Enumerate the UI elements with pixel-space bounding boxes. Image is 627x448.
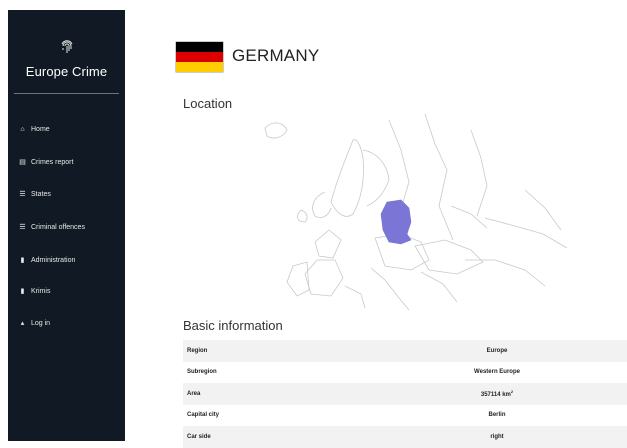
sidebar-item-criminal-offences[interactable]: ☰ Criminal offences [19, 223, 85, 232]
flag-stripe-red [176, 52, 223, 62]
map-landmass [312, 191, 332, 218]
home-icon: ⌂ [20, 126, 25, 133]
map-landmass [264, 122, 288, 139]
sidebar-item-label: Criminal offences [31, 223, 85, 231]
file-icon: ▮ [20, 257, 25, 264]
main-content: GERMANY Location Basic information Regio… [125, 0, 627, 448]
map-border [370, 267, 410, 311]
info-key: Area [187, 390, 201, 397]
sidebar-item-log-in[interactable]: ▴ Log in [19, 319, 51, 328]
info-key: Capital city [187, 412, 220, 419]
list-icon: ☰ [19, 191, 26, 198]
list-icon: ☰ [19, 224, 26, 231]
flag-stripe-gold [176, 62, 223, 72]
germany-highlight[interactable] [380, 199, 412, 245]
country-flag [176, 42, 223, 72]
map-border [420, 271, 458, 303]
flag-stripe-black [176, 42, 223, 52]
map-landmass [304, 259, 344, 297]
table-row: Capital city Berlin [183, 405, 627, 427]
sidebar: Europe Crime ⌂ Home ▤ Crimes report ☰ St… [8, 10, 125, 441]
table-row: Car side right [183, 426, 627, 448]
map-border [450, 205, 488, 229]
sidebar-item-states[interactable]: ☰ States [19, 190, 51, 199]
basic-info-table: Region Europe Subregion Western Europe A… [183, 340, 627, 448]
map-landmass [330, 139, 364, 217]
map-border [362, 149, 390, 207]
map-border [465, 259, 546, 287]
map-border [344, 285, 366, 309]
table-row: Subregion Western Europe [183, 362, 627, 384]
location-map[interactable] [225, 110, 575, 312]
map-border [484, 217, 568, 249]
sidebar-item-label: Crimes report [31, 158, 74, 166]
brand-title: Europe Crime [25, 64, 108, 79]
map-border [470, 129, 488, 217]
sidebar-item-home[interactable]: ⌂ Home [19, 126, 50, 133]
info-value-area: 357114 km2 [367, 383, 627, 405]
sidebar-item-krimis[interactable]: ▮ Krimis [19, 287, 51, 296]
report-icon: ▤ [19, 159, 26, 166]
area-value: 357114 km [480, 392, 511, 399]
sidebar-item-label: Home [31, 126, 50, 133]
brand[interactable]: Europe Crime [8, 10, 125, 79]
map-border [424, 113, 454, 241]
map-border [524, 189, 562, 231]
info-value: Western Europe [474, 369, 520, 376]
area-unit-exponent: 2 [510, 389, 514, 395]
map-landmass [297, 209, 308, 223]
sidebar-item-administration[interactable]: ▮ Administration [19, 256, 76, 265]
page-title: GERMANY [232, 46, 320, 65]
table-row: Region Europe [183, 340, 627, 362]
info-key: Subregion [187, 369, 217, 376]
map-border [388, 119, 410, 203]
fingerprint-icon [8, 40, 125, 56]
map-landmass [286, 261, 310, 297]
info-key: Region [187, 347, 208, 354]
info-value: Berlin [488, 412, 506, 419]
user-icon: ▴ [20, 320, 25, 327]
info-key: Car side [187, 433, 211, 440]
sidebar-item-label: Log in [31, 319, 51, 327]
map-border [414, 239, 484, 275]
table-row: Area 357114 km2 [183, 383, 627, 405]
info-value: right [490, 433, 504, 440]
basic-info-title: Basic information [183, 318, 283, 333]
sidebar-item-label: Administration [31, 256, 76, 264]
map-border [314, 229, 342, 259]
sidebar-item-label: Krimis [31, 287, 51, 295]
sidebar-item-crimes-report[interactable]: ▤ Crimes report [19, 158, 74, 167]
sidebar-item-label: States [31, 190, 51, 198]
file-icon: ▮ [20, 288, 25, 295]
location-title: Location [183, 96, 233, 111]
divider [14, 93, 119, 94]
info-value: Europe [486, 347, 508, 354]
